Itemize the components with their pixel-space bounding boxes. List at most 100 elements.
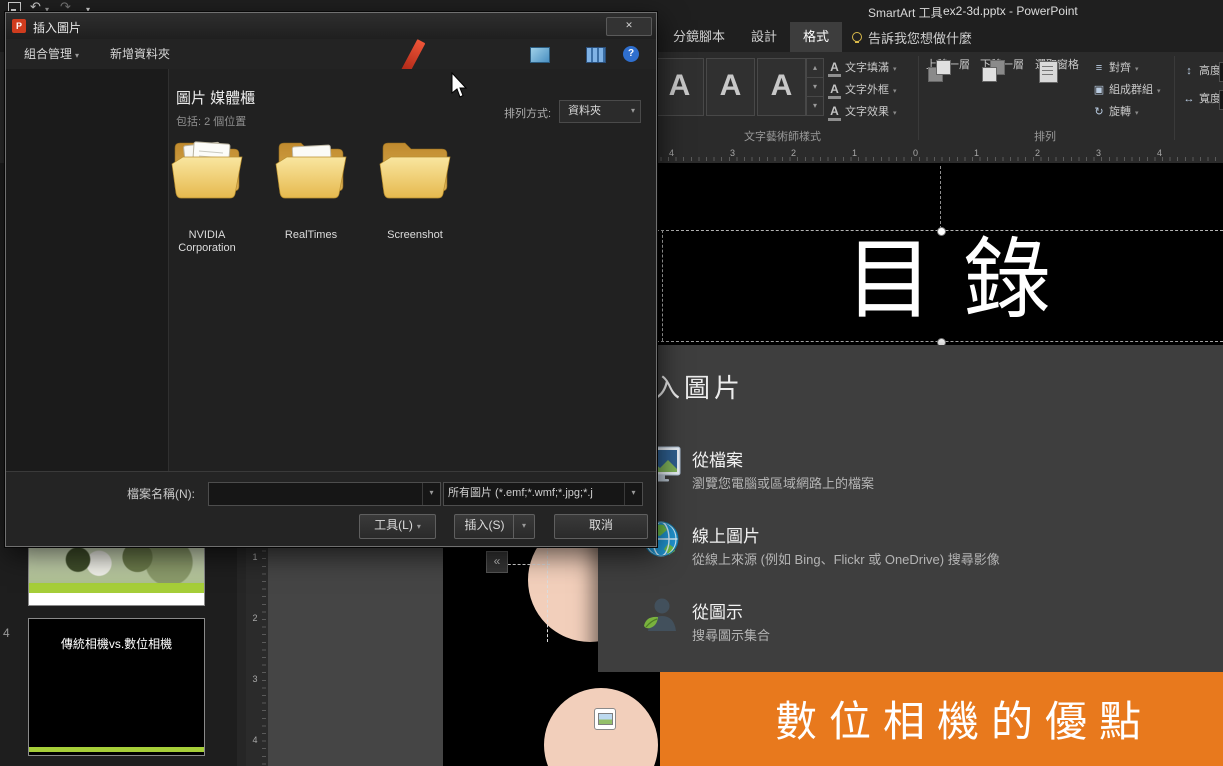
bring-forward-button[interactable]: 上移一層 xyxy=(922,56,974,120)
send-backward-button[interactable]: 下移一層 xyxy=(976,56,1028,120)
slide-4-thumbnail[interactable]: 傳統相機vs.數位相機 xyxy=(28,618,205,756)
selection-pane-button[interactable]: 選取窗格 xyxy=(1030,56,1084,120)
align-icon: ≡ xyxy=(1092,58,1106,78)
height-input[interactable] xyxy=(1219,62,1223,82)
file-type-combobox[interactable]: 所有圖片 (*.emf;*.wmf;*.jpg;*.j ▾ xyxy=(443,482,643,506)
organize-label: 組合管理 xyxy=(24,47,72,61)
tab-design[interactable]: 設計 xyxy=(738,22,790,52)
ruler-number: 4 xyxy=(246,735,264,745)
organize-button[interactable]: 組合管理▾ xyxy=(24,39,79,69)
selection-handle[interactable] xyxy=(937,227,946,236)
text-fill-button[interactable]: A文字填滿▾ xyxy=(828,58,916,78)
slide-banner-shape[interactable]: 數位相機的優點 xyxy=(660,672,1223,766)
insert-button[interactable]: 插入(S) ▾ xyxy=(454,514,535,539)
collapse-chevron-button[interactable]: « xyxy=(486,551,508,573)
ruler-number: 1 xyxy=(852,148,857,158)
navigation-pane[interactable] xyxy=(6,69,169,471)
cancel-label: 取消 xyxy=(589,518,613,532)
online-pictures-item[interactable]: 線上圖片 從線上來源 (例如 Bing、Flickr 或 OneDrive) 搜… xyxy=(640,516,1200,586)
file-name-input[interactable] xyxy=(213,484,417,504)
width-input[interactable] xyxy=(1219,90,1223,110)
help-icon[interactable]: ? xyxy=(623,46,639,62)
tellme-box[interactable]: 告訴我您想做什麼 xyxy=(842,28,982,47)
folder-label: NVIDIA Corporation xyxy=(160,229,254,255)
from-file-item[interactable]: 從檔案 瀏覽您電腦或區域網路上的檔案 xyxy=(640,440,1200,510)
slide-4-accent-line xyxy=(29,747,204,752)
powerpoint-window: ↶ ▾ ↷ ▾ SmartArt 工具 ex2-3d.pptx - PowerP… xyxy=(0,0,1223,766)
width-field-row: ↔寬度 xyxy=(1182,90,1221,108)
chevron-down-icon: ▾ xyxy=(75,51,79,60)
height-icon: ↕ xyxy=(1182,62,1196,80)
text-fill-icon: A xyxy=(828,61,841,77)
chevron-down-icon: ▾ xyxy=(1157,88,1161,95)
folder-label: Screenshot xyxy=(368,229,462,242)
picture-placeholder-button[interactable] xyxy=(594,708,616,730)
slide-title-text[interactable]: 目錄 xyxy=(845,236,1081,324)
cancel-button[interactable]: 取消 xyxy=(554,514,648,539)
arrange-by-label: 排列方式: xyxy=(504,105,551,121)
chevron-down-icon: ▾ xyxy=(893,110,897,117)
text-outline-icon: A xyxy=(828,83,841,99)
dialog-footer: 檔案名稱(N): ▾ 所有圖片 (*.emf;*.wmf;*.jpg;*.j ▾… xyxy=(6,471,656,546)
icons-collection-icon xyxy=(640,594,682,636)
tellme-label: 告訴我您想做什麼 xyxy=(868,28,972,47)
height-label: 高度 xyxy=(1199,65,1221,77)
ruler-number: 2 xyxy=(791,148,796,158)
mouse-cursor xyxy=(450,72,468,98)
from-icons-item[interactable]: 從圖示 搜尋圖示集合 xyxy=(640,592,1200,662)
gallery-down-icon[interactable]: ▾ xyxy=(806,77,824,97)
from-file-title: 從檔案 xyxy=(692,446,743,471)
contextual-tab-group-label: SmartArt 工具 xyxy=(868,4,943,21)
folder-screenshot[interactable]: Screenshot xyxy=(372,134,458,207)
new-folder-label: 新增資料夾 xyxy=(110,47,170,61)
text-effects-button[interactable]: A 文字效果 ▾ xyxy=(828,102,916,122)
align-button[interactable]: ≡對齊▾ xyxy=(1092,58,1178,78)
tools-label: 工具(L) xyxy=(374,518,413,532)
dialog-body: 圖片 媒體櫃 包括: 2 個位置 排列方式: 資料夾 ▾ xyxy=(6,69,656,471)
rotate-label: 旋轉 xyxy=(1109,106,1131,118)
folder-nvidia[interactable]: NVIDIA Corporation xyxy=(164,134,250,207)
banner-text: 數位相機的優點 xyxy=(775,688,1153,749)
slide-3-accent-bar xyxy=(29,583,204,593)
ruler-number: 1 xyxy=(246,552,264,562)
ruler-number: 0 xyxy=(913,148,918,158)
new-folder-button[interactable]: 新增資料夾 xyxy=(110,39,170,69)
wordart-style-2[interactable]: A xyxy=(706,58,755,116)
ruler-number: 3 xyxy=(730,148,735,158)
text-outline-label: 文字外框 xyxy=(845,84,889,96)
wordart-style-1[interactable]: A xyxy=(655,58,704,116)
tools-button[interactable]: 工具(L)▾ xyxy=(359,514,436,539)
text-outline-button[interactable]: A文字外框▾ xyxy=(828,80,916,100)
gallery-up-icon[interactable]: ▴ xyxy=(806,58,824,78)
close-button[interactable]: ✕ xyxy=(606,17,652,36)
chevron-down-icon[interactable]: ▾ xyxy=(624,483,642,505)
change-view-icon[interactable] xyxy=(586,47,606,63)
preview-pane-icon[interactable] xyxy=(530,47,550,63)
insert-dropdown-icon[interactable]: ▾ xyxy=(513,515,534,538)
slide-4-number: 4 xyxy=(3,626,10,640)
group-label: 組成群組 xyxy=(1109,84,1153,96)
height-field-row: ↕高度 xyxy=(1182,62,1221,80)
slide-4-thumb-title: 傳統相機vs.數位相機 xyxy=(29,635,204,652)
gallery-more-icon[interactable]: ▾ xyxy=(806,96,824,116)
wordart-style-3[interactable]: A xyxy=(757,58,806,116)
file-name-combobox[interactable]: ▾ xyxy=(208,482,441,506)
tab-storyboard[interactable]: 分鏡腳本 xyxy=(660,22,738,52)
tab-format[interactable]: 格式 xyxy=(790,22,842,52)
group-button[interactable]: ▣組成群組▾ xyxy=(1092,80,1178,100)
text-effects-icon: A xyxy=(828,105,841,121)
picture-placeholder-icon xyxy=(598,713,613,725)
from-icons-title: 從圖示 xyxy=(692,598,743,623)
folder-realtimes[interactable]: RealTimes xyxy=(268,134,354,207)
rotate-button[interactable]: ↻旋轉▾ xyxy=(1092,102,1178,122)
arrange-by-dropdown[interactable]: 資料夾 ▾ xyxy=(559,100,641,123)
text-effects-label: 文字效果 xyxy=(845,106,889,118)
folder-icon xyxy=(273,134,349,202)
insert-picture-dialog: P 插入圖片 ✕ 組合管理▾ 新增資料夾 ? 圖片 媒體櫃 包括: 2 個位置 … xyxy=(5,12,657,547)
chevron-down-icon[interactable]: ▾ xyxy=(422,483,440,505)
ruler-number: 2 xyxy=(1035,148,1040,158)
arrange-by-value: 資料夾 xyxy=(568,105,601,117)
insert-label: 插入(S) xyxy=(455,515,514,536)
dialog-titlebar[interactable]: P 插入圖片 ✕ xyxy=(6,13,656,40)
ruler-number: 4 xyxy=(1157,148,1162,158)
